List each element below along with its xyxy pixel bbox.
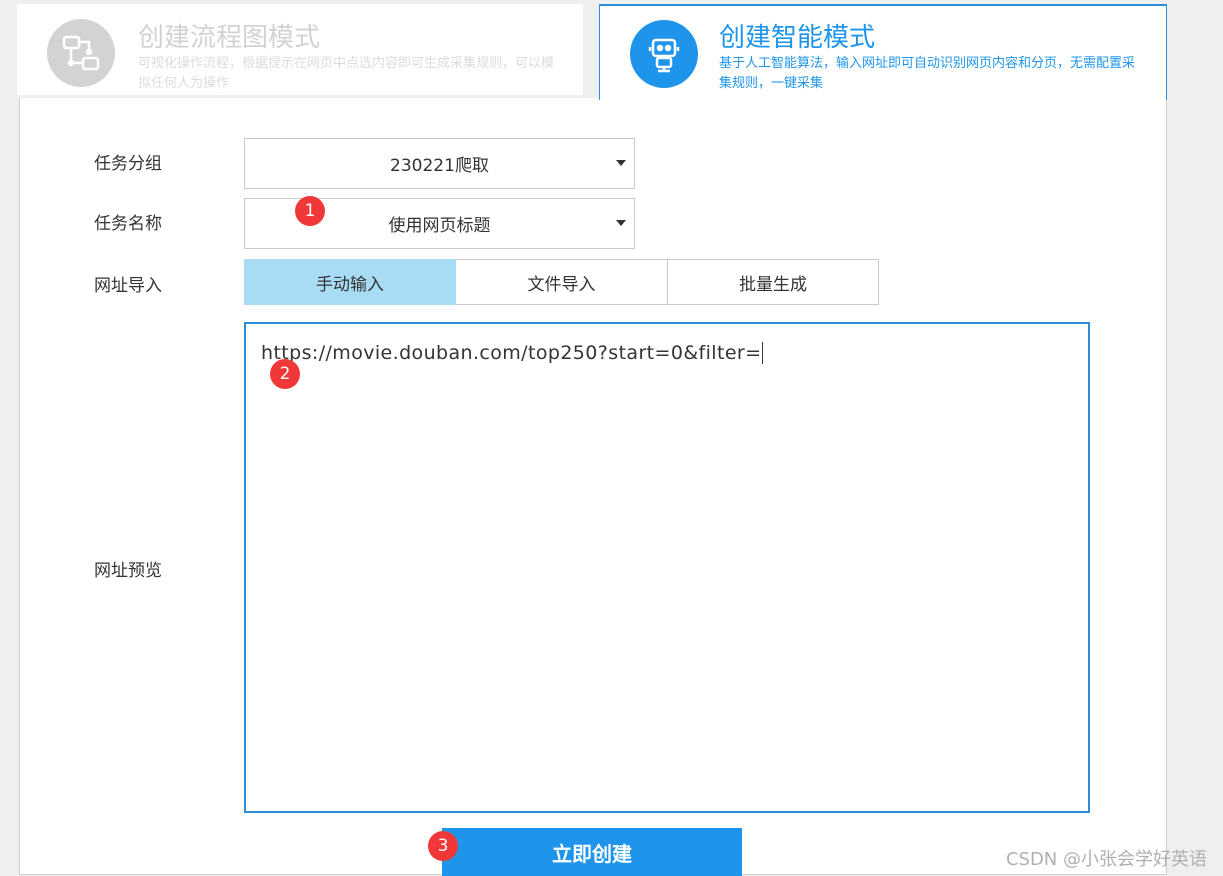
step-badge-1: 1 [295, 196, 325, 226]
flowchart-icon [47, 19, 115, 87]
tab-flowchart-description: 可视化操作流程，根据提示在网页中点选内容即可生成采集规则，可以模拟任何人为操作 [138, 56, 555, 91]
task-group-value: 230221爬取 [390, 156, 489, 176]
tab-smart-description: 基于人工智能算法，输入网址即可自动识别网页内容和分页，无需配置采集规则，一键采集 [719, 56, 1136, 91]
robot-icon [630, 20, 698, 88]
step-badge-2: 2 [270, 359, 300, 389]
tab-flowchart-title: 创建流程图模式 [138, 23, 321, 53]
tab-smart-mode[interactable]: 创建智能模式 基于人工智能算法，输入网址即可自动识别网页内容和分页，无需配置采集… [599, 4, 1167, 100]
tab-smart-title: 创建智能模式 [719, 23, 876, 53]
segment-manual-input[interactable]: 手动输入 [244, 259, 456, 305]
url-import-label: 网址导入 [94, 276, 162, 296]
chevron-down-icon [616, 220, 626, 226]
url-text: https://movie.douban.com/top250?start=0&… [261, 342, 764, 364]
url-textarea[interactable]: https://movie.douban.com/top250?start=0&… [244, 322, 1090, 813]
tab-flowchart-mode[interactable]: 创建流程图模式 可视化操作流程，根据提示在网页中点选内容即可生成采集规则，可以模… [17, 4, 583, 95]
step-badge-3: 3 [428, 831, 458, 861]
task-group-label: 任务分组 [94, 154, 162, 174]
segment-file-import[interactable]: 文件导入 [456, 259, 668, 305]
watermark: CSDN @小张会学好英语 [1005, 849, 1207, 870]
create-now-button[interactable]: 立即创建 [442, 828, 742, 876]
task-name-value: 使用网页标题 [388, 216, 491, 236]
url-preview-label: 网址预览 [94, 561, 162, 581]
task-name-label: 任务名称 [94, 214, 162, 234]
chevron-down-icon [616, 160, 626, 166]
task-group-select[interactable]: 230221爬取 [244, 138, 635, 189]
segment-batch-generate[interactable]: 批量生成 [667, 259, 879, 305]
